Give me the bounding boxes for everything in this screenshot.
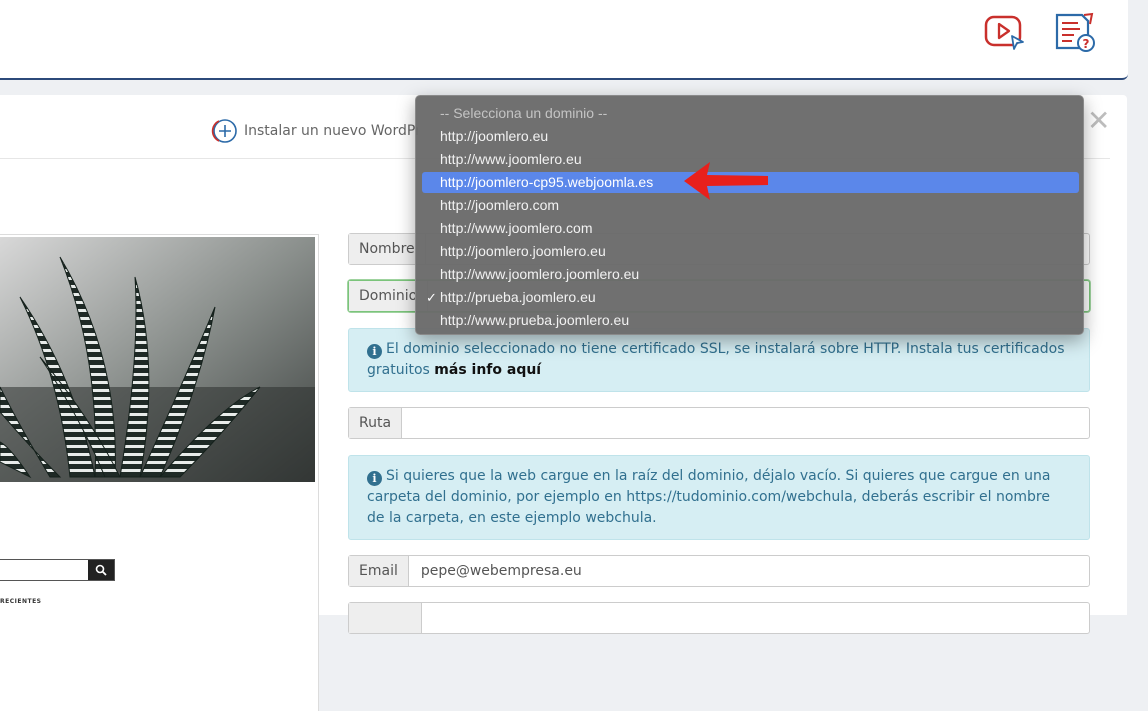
dropdown-option[interactable]: http://joomlero.eu [422,126,1079,147]
email-input[interactable]: pepe@webempresa.eu [409,556,594,586]
dropdown-option[interactable]: http://joomlero.joomlero.eu [422,241,1079,262]
preview-search-box [0,559,115,581]
next-field[interactable] [348,602,1090,634]
preview-recent-heading: RECIENTES [0,598,42,605]
preview-search-icon [88,560,114,580]
ruta-notice-text: Si quieres que la web cargue en la raíz … [367,468,1051,526]
add-circle-icon [211,119,237,143]
install-tab-label: Instalar un nuevo WordPress [244,123,418,139]
ssl-notice: i El dominio seleccionado no tiene certif… [348,328,1090,392]
next-field-label [349,603,422,633]
email-label: Email [349,556,409,586]
dropdown-option[interactable]: http://www.prueba.joomlero.eu [422,310,1079,331]
dropdown-option[interactable]: http://www.joomlero.joomlero.eu [422,264,1079,285]
email-field[interactable]: Email pepe@webempresa.eu [348,555,1090,587]
ruta-notice: i Si quieres que la web cargue en la raíz… [348,455,1090,540]
preview-image [0,237,315,482]
info-icon: i [367,471,382,486]
checkmark-icon: ✓ [426,290,437,305]
info-icon: i [367,344,382,359]
page-scrollbar[interactable] [1128,0,1148,615]
ssl-more-info-link[interactable]: más info aquí [434,362,541,378]
theme-preview-panel: RECIENTES [0,234,319,711]
dropdown-option-label: http://prueba.joomlero.eu [440,289,596,305]
document-help-icon[interactable]: ? [1052,12,1100,54]
ruta-input[interactable] [402,408,426,438]
close-modal-icon[interactable]: ✕ [1087,107,1110,135]
ruta-label: Ruta [349,408,403,438]
dropdown-option-selected[interactable]: ✓ http://prueba.joomlero.eu [422,287,1079,308]
install-wordpress-tab[interactable]: Instalar un nuevo WordPress [208,116,418,146]
svg-text:?: ? [1083,37,1090,51]
ruta-field[interactable]: Ruta [348,407,1090,439]
top-header: ? [0,0,1128,80]
dropdown-option[interactable]: http://www.joomlero.com [422,218,1079,239]
play-video-icon[interactable] [983,12,1027,52]
dropdown-option[interactable]: -- Selecciona un dominio -- [422,103,1079,124]
annotation-arrow-icon [684,162,768,200]
dominio-dropdown-menu[interactable]: -- Selecciona un dominio -- http://jooml… [415,95,1084,335]
